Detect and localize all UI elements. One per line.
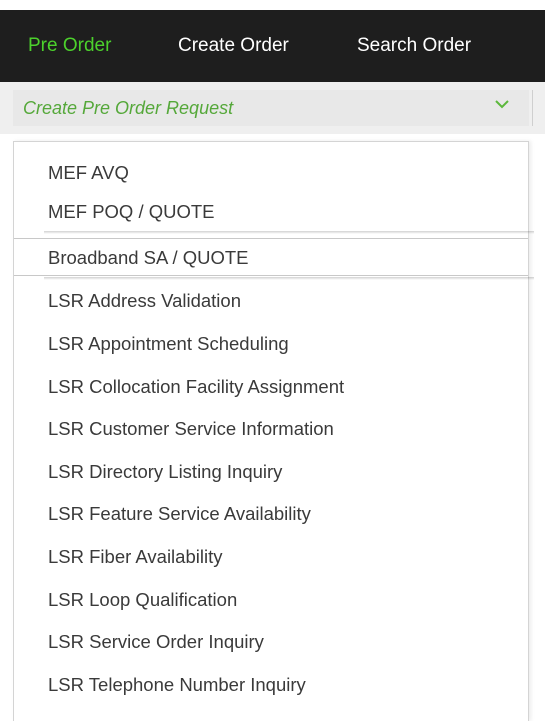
option-lsr-service-order-inquiry[interactable]: LSR Service Order Inquiry [14,623,528,661]
tab-pre-order[interactable]: Pre Order [28,10,111,82]
option-mef-poq-quote[interactable]: MEF POQ / QUOTE [14,193,528,231]
option-broadband-sa-quote[interactable]: Broadband SA / QUOTE [14,238,528,276]
separator-shadow [44,231,534,234]
tab-search-order[interactable]: Search Order [357,10,471,82]
dropdown-menu: MEF AVQ MEF POQ / QUOTE Broadband SA / Q… [13,141,534,721]
option-mef-avq[interactable]: MEF AVQ [14,154,528,192]
option-lsr-feature-service-availability[interactable]: LSR Feature Service Availability [14,495,528,533]
option-lsr-customer-service-information[interactable]: LSR Customer Service Information [14,410,528,448]
select-edge [532,90,533,126]
option-lsr-telephone-number-inquiry[interactable]: LSR Telephone Number Inquiry [14,666,528,704]
option-lsr-directory-listing-inquiry[interactable]: LSR Directory Listing Inquiry [14,453,528,491]
tab-create-order[interactable]: Create Order [178,10,289,82]
option-lsr-appointment-scheduling[interactable]: LSR Appointment Scheduling [14,325,528,363]
chevron-down-icon[interactable] [493,95,511,113]
select-bar: Create Pre Order Request [0,82,545,134]
option-lsr-address-validation[interactable]: LSR Address Validation [14,282,528,320]
option-lsr-collocation-facility-assignment[interactable]: LSR Collocation Facility Assignment [14,368,528,406]
option-lsr-loop-qualification[interactable]: LSR Loop Qualification [14,581,528,619]
option-lsr-fiber-availability[interactable]: LSR Fiber Availability [14,538,528,576]
pre-order-request-select[interactable]: Create Pre Order Request [13,90,529,126]
top-strip [0,0,545,10]
top-nav: Pre Order Create Order Search Order [0,10,545,82]
select-value: Create Pre Order Request [23,98,234,118]
page: Pre Order Create Order Search Order Crea… [0,0,545,721]
separator-shadow [44,277,534,280]
